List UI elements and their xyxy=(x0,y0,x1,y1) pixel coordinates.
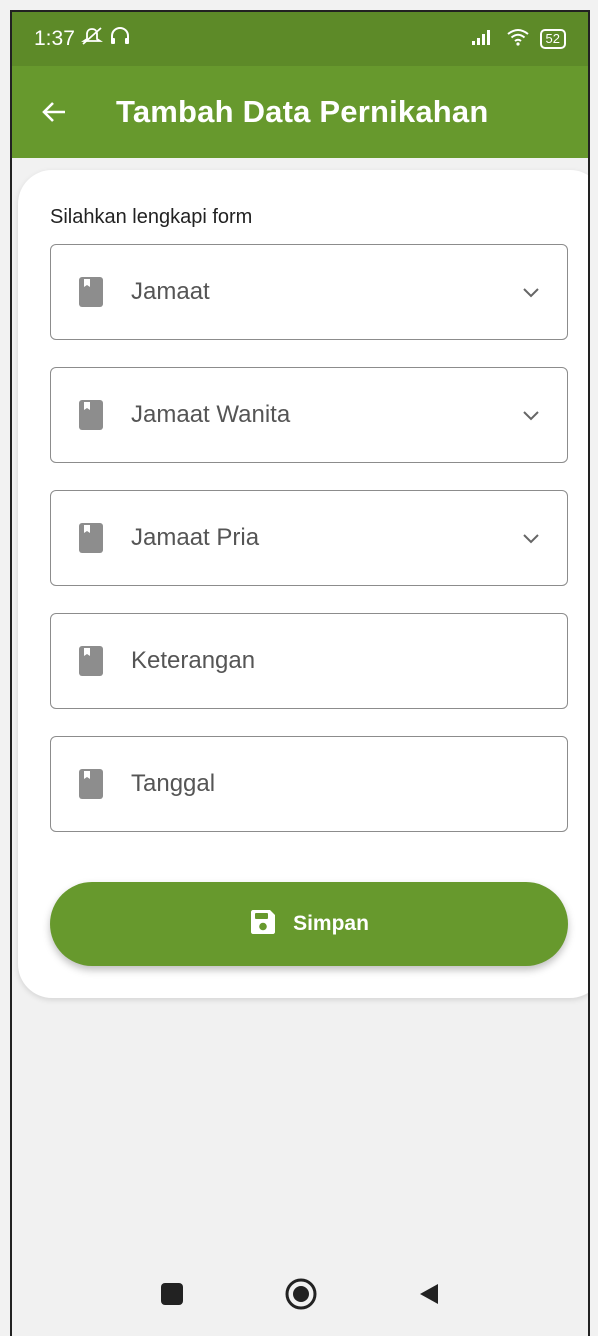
form-card: Silahkan lengkapi form Jamaat Jamaat Wan… xyxy=(18,170,588,998)
keterangan-placeholder: Keterangan xyxy=(131,647,256,674)
wifi-icon xyxy=(506,28,530,51)
save-button[interactable]: Simpan xyxy=(50,882,568,966)
home-icon[interactable] xyxy=(284,1277,318,1316)
recents-icon[interactable] xyxy=(160,1282,184,1311)
book-icon xyxy=(79,277,103,307)
chevron-down-icon xyxy=(521,408,541,422)
book-icon xyxy=(79,769,103,799)
book-icon xyxy=(79,523,103,553)
jamaat-wanita-label: Jamaat Wanita xyxy=(131,401,291,428)
chevron-down-icon xyxy=(521,531,541,545)
tanggal-field[interactable]: Tanggal xyxy=(50,736,568,832)
status-time: 1:37 xyxy=(34,27,75,50)
headset-icon xyxy=(109,26,131,52)
jamaat-label: Jamaat xyxy=(131,278,210,305)
muted-notification-icon xyxy=(80,26,103,52)
form-instruction: Silahkan lengkapi form xyxy=(50,206,253,228)
phone-screen: 1:37 52 Tambah Data Pernikahan Silahkan … xyxy=(10,10,590,1336)
save-button-label: Simpan xyxy=(293,912,369,935)
save-icon xyxy=(249,908,277,941)
page-title: Tambah Data Pernikahan xyxy=(116,94,489,129)
keterangan-field[interactable]: Keterangan xyxy=(50,613,568,709)
back-triangle-icon[interactable] xyxy=(418,1282,440,1311)
tanggal-placeholder: Tanggal xyxy=(131,770,216,797)
status-bar: 1:37 52 xyxy=(12,12,588,66)
jamaat-pria-dropdown[interactable]: Jamaat Pria xyxy=(50,490,568,586)
signal-icon xyxy=(470,28,496,51)
book-icon xyxy=(79,400,103,430)
jamaat-dropdown[interactable]: Jamaat xyxy=(50,244,568,340)
jamaat-pria-label: Jamaat Pria xyxy=(131,524,260,551)
book-icon xyxy=(79,646,103,676)
system-nav-bar xyxy=(12,1256,588,1336)
app-bar: Tambah Data Pernikahan xyxy=(12,66,588,158)
chevron-down-icon xyxy=(521,285,541,299)
jamaat-wanita-dropdown[interactable]: Jamaat Wanita xyxy=(50,367,568,463)
battery-icon: 52 xyxy=(539,29,566,49)
arrow-left-icon[interactable] xyxy=(20,66,88,158)
